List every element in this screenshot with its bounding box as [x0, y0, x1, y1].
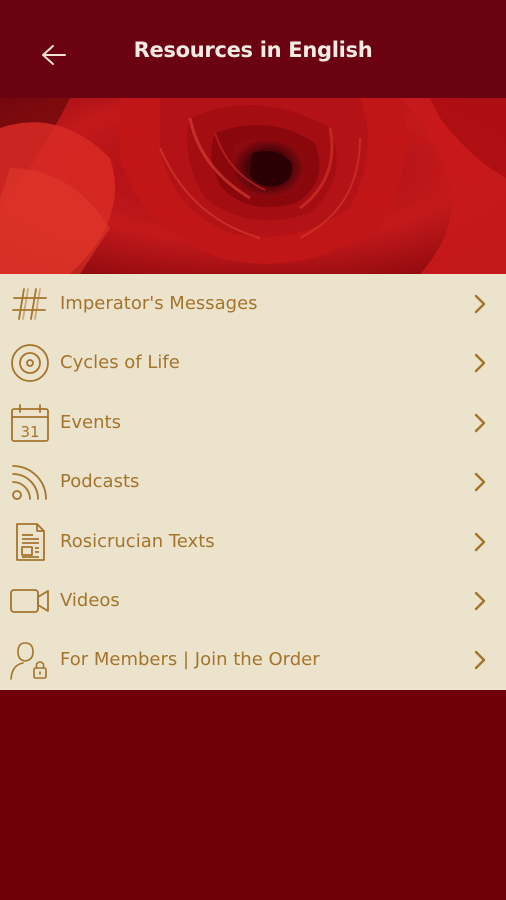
menu-item-imperators-messages[interactable]: Imperator's Messages: [0, 274, 506, 333]
chevron-right-icon: [474, 413, 486, 432]
hashtag-icon: [12, 288, 47, 320]
menu-item-cycles-of-life[interactable]: Cycles of Life: [0, 333, 506, 392]
menu-item-rosicrucian-texts[interactable]: Rosicrucian Texts: [0, 512, 506, 571]
hero-rose-image: [0, 98, 506, 274]
chevron-right-icon: [474, 532, 486, 551]
menu-item-label: Imperator's Messages: [60, 293, 258, 314]
calendar-icon: 31: [11, 403, 49, 442]
menu-item-label: Events: [60, 411, 121, 433]
vinyl-record-icon: [11, 344, 49, 383]
menu-item-label: Cycles of Life: [60, 352, 180, 374]
menu-item-videos[interactable]: Videos: [0, 571, 506, 630]
document-icon: [16, 522, 45, 561]
chevron-right-icon: [474, 591, 486, 611]
page-title: Resources in English: [133, 38, 373, 62]
chevron-right-icon: [474, 294, 486, 314]
chevron-right-icon: [474, 472, 486, 492]
menu-item-label: Videos: [60, 589, 120, 611]
menu-item-for-members[interactable]: For Members | Join the Order: [0, 630, 506, 689]
app-screen: Resources in English Imperator's Message…: [0, 0, 506, 900]
calendar-day-text: 31: [20, 423, 39, 441]
menu-item-label: Rosicrucian Texts: [60, 530, 215, 552]
menu-item-events[interactable]: 31 Events: [0, 393, 506, 452]
chevron-right-icon: [474, 354, 486, 373]
rss-feed-icon: [12, 465, 47, 501]
resources-menu: Imperator's Messages Cycles of Life 31 E…: [0, 274, 506, 690]
menu-item-podcasts[interactable]: Podcasts: [0, 452, 506, 511]
menu-item-label: Podcasts: [60, 471, 140, 493]
video-camera-icon: [10, 589, 49, 613]
empty-background-area: [0, 690, 506, 900]
chevron-right-icon: [474, 651, 486, 670]
member-lock-icon: [10, 642, 47, 681]
top-app-bar: Resources in English: [0, 0, 506, 98]
menu-item-label: For Members | Join the Order: [60, 649, 320, 671]
